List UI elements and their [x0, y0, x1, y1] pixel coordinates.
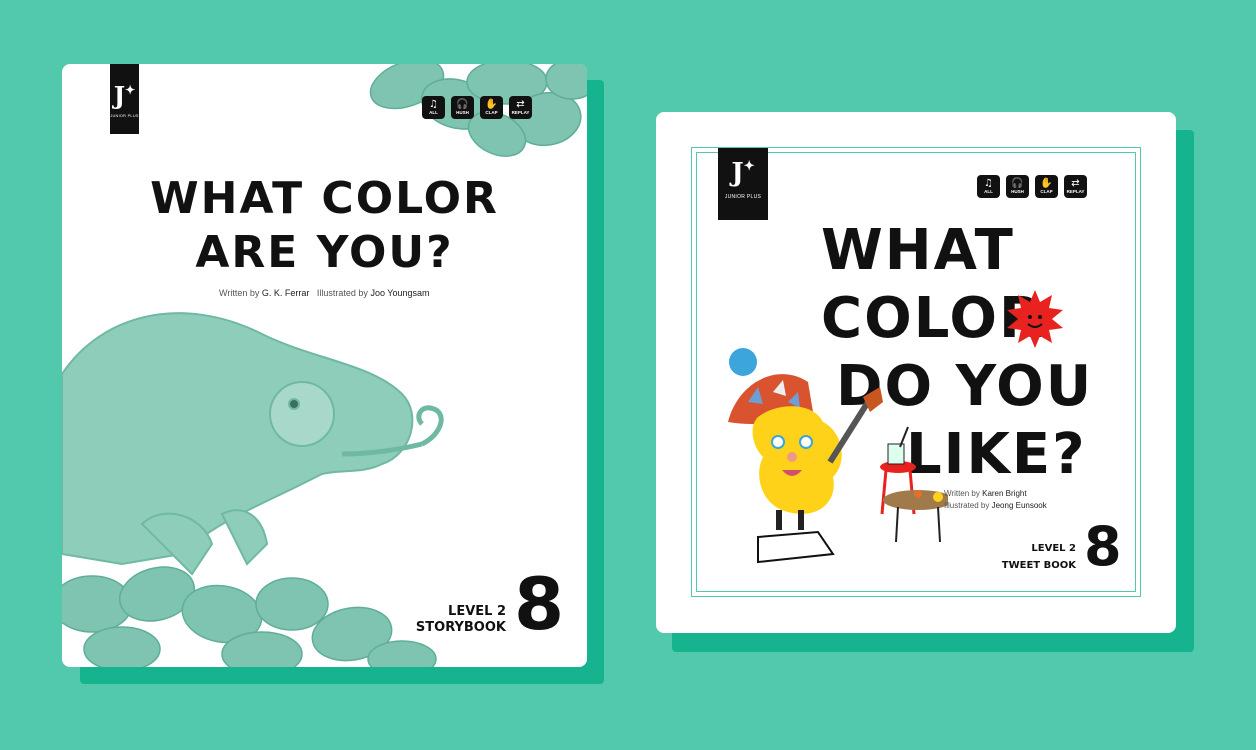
book-card-what-color-are-you[interactable]: J✦ JUNIOR PLUS ♫ ALL 🎧 HUSH ✋ CLAP ⇄ REP… — [62, 64, 587, 667]
level-label: LEVEL 2 STORYBOOK — [415, 604, 506, 635]
hush-button[interactable]: 🎧 HUSH — [451, 96, 474, 119]
red-sun-illustration — [1007, 290, 1063, 348]
replay-button[interactable]: ⇄ REPLAY — [1064, 175, 1087, 198]
junior-plus-logo: J✦ JUNIOR PLUS — [110, 64, 139, 134]
audio-controls: ♫ ALL 🎧 HUSH ✋ CLAP ⇄ REPLAY — [977, 175, 1087, 198]
hand-icon: ✋ — [1040, 177, 1053, 189]
painter-character-illustration — [728, 348, 948, 564]
book-number: 8 — [514, 562, 565, 646]
clap-button[interactable]: ✋ CLAP — [480, 96, 503, 119]
replay-button[interactable]: ⇄ REPLAY — [509, 96, 532, 119]
audio-controls: ♫ ALL 🎧 HUSH ✋ CLAP ⇄ REPLAY — [422, 96, 532, 119]
headphones-icon: 🎧 — [1011, 177, 1024, 189]
book-title: WHAT COLOR ARE YOU? — [150, 173, 499, 278]
music-note-icon: ♫ — [984, 177, 993, 189]
headphones-icon: 🎧 — [456, 98, 469, 110]
hush-button[interactable]: 🎧 HUSH — [1006, 175, 1029, 198]
play-all-button[interactable]: ♫ ALL — [977, 175, 1000, 198]
replay-icon: ⇄ — [516, 98, 525, 110]
play-all-button[interactable]: ♫ ALL — [422, 96, 445, 119]
book-card-what-color-do-you-like[interactable]: J✦ JUNIOR PLUS ♫ ALL 🎧 HUSH ✋ CLAP ⇄ REP… — [656, 112, 1176, 633]
clap-button[interactable]: ✋ CLAP — [1035, 175, 1058, 198]
hand-icon: ✋ — [485, 98, 498, 110]
book-number: 8 — [1084, 515, 1122, 578]
level-label: LEVEL 2 TWEET BOOK — [1001, 543, 1076, 571]
credits: Written by G. K. Ferrar Illustrated by J… — [219, 288, 430, 298]
music-note-icon: ♫ — [429, 98, 438, 110]
credits: Written by Karen Bright Illustrated by J… — [944, 489, 1047, 510]
replay-icon: ⇄ — [1071, 177, 1080, 189]
junior-plus-logo: J✦ JUNIOR PLUS — [718, 148, 768, 220]
